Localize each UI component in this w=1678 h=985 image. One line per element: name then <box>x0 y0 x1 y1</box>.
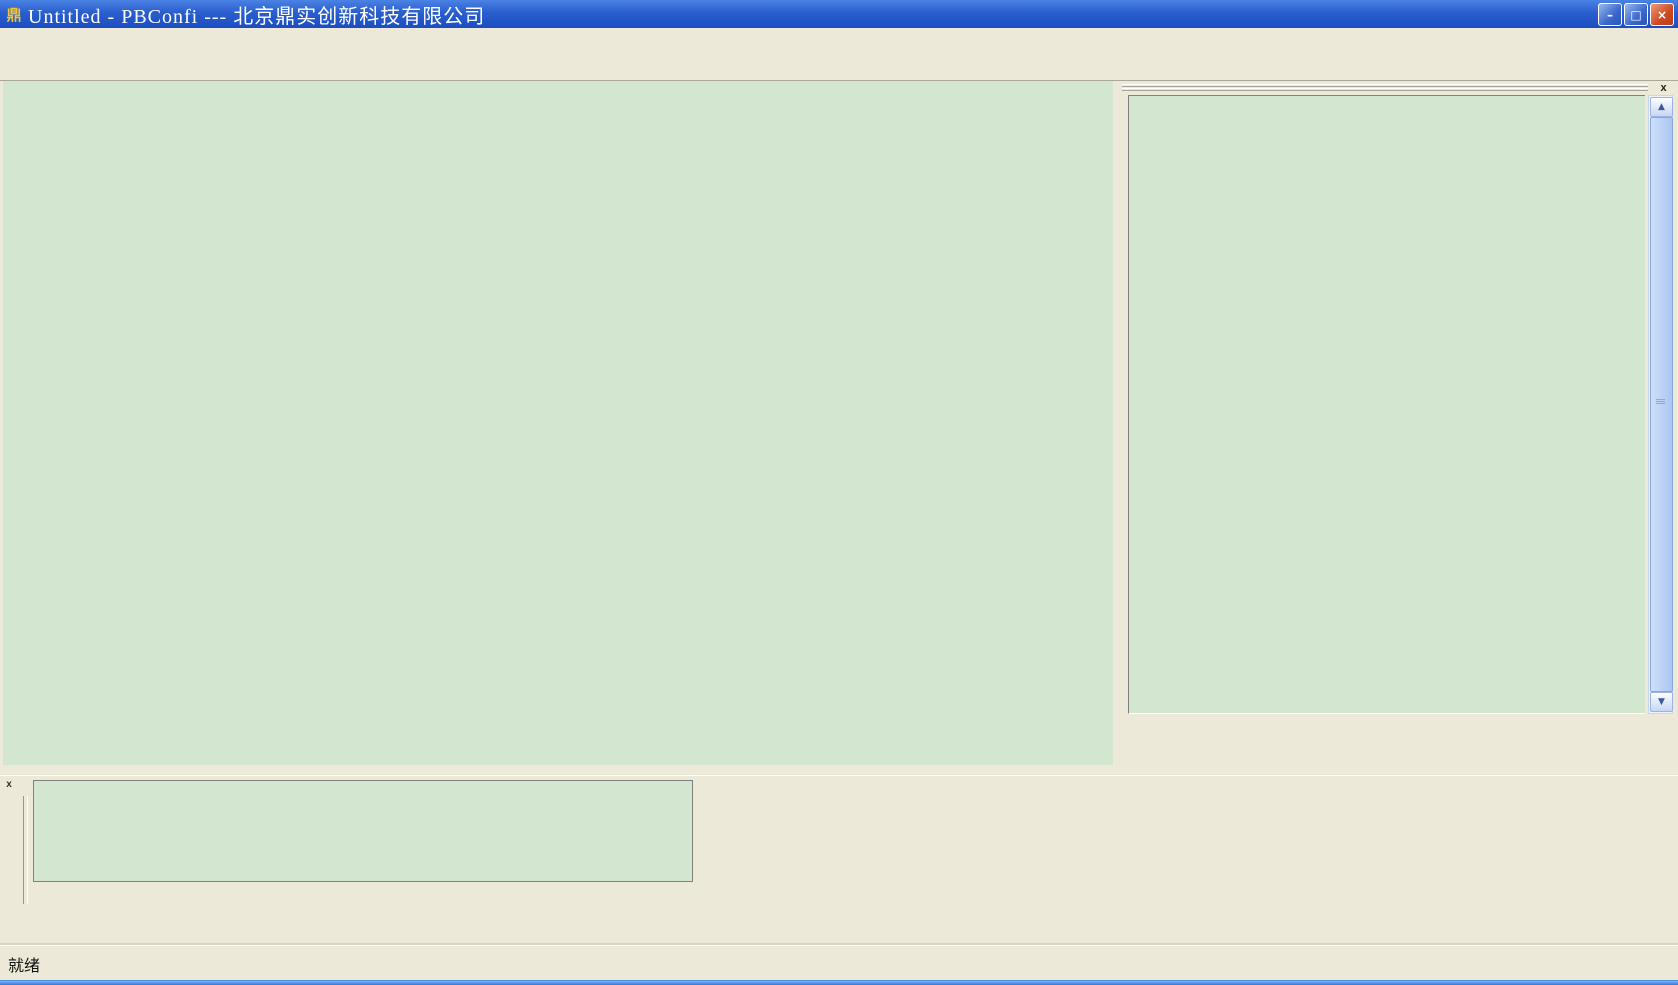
maximize-button[interactable]: □ <box>1624 3 1648 26</box>
window-title: Untitled - PBConfi --- 北京鼎实创新科技有限公司 <box>28 0 485 29</box>
app-window: 鼎 Untitled - PBConfi --- 北京鼎实创新科技有限公司 –□… <box>0 0 1678 985</box>
module-table-panel: x <box>0 775 1678 946</box>
menu-bar <box>0 28 1678 58</box>
panel-grip[interactable] <box>1122 88 1648 91</box>
app-logo-icon: 鼎 <box>4 4 24 24</box>
titlebar[interactable]: 鼎 Untitled - PBConfi --- 北京鼎实创新科技有限公司 –□… <box>0 0 1678 28</box>
toolbar <box>0 58 1678 81</box>
panel-grip[interactable] <box>1122 84 1648 87</box>
window-controls: –□× <box>1598 3 1674 26</box>
device-tree <box>1128 95 1645 714</box>
scrollbar-thumb[interactable] <box>1650 117 1673 692</box>
minimize-button[interactable]: – <box>1598 3 1622 26</box>
table-panel-grip[interactable] <box>23 796 28 904</box>
diagram-canvas[interactable] <box>3 81 1113 765</box>
status-bar: 就绪 <box>0 945 1678 981</box>
status-text: 就绪 <box>8 952 40 976</box>
workspace: x ▲ ▼ <box>0 81 1678 775</box>
tree-panel-close-button[interactable]: x <box>1657 82 1670 95</box>
device-tree-panel: x ▲ ▼ <box>1116 81 1678 775</box>
table-panel-close-button[interactable]: x <box>3 779 15 791</box>
scroll-up-button[interactable]: ▲ <box>1650 97 1673 117</box>
close-button[interactable]: × <box>1650 3 1674 26</box>
scroll-down-button[interactable]: ▼ <box>1650 692 1673 712</box>
module-table <box>33 780 693 882</box>
tree-scrollbar[interactable]: ▲ ▼ <box>1648 95 1673 714</box>
taskbar-edge <box>0 980 1678 985</box>
